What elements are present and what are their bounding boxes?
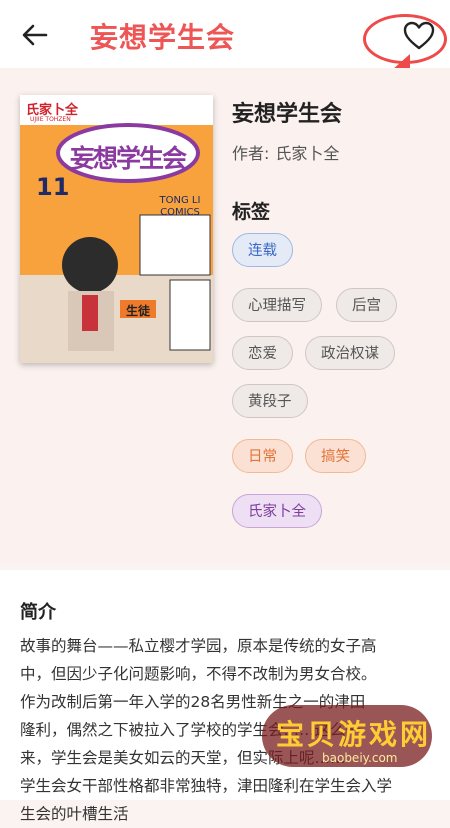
author-label: 作者: (232, 144, 270, 163)
book-cover-image: 氏家卜全 UJIIE TOHZEN 妄想学生会 11 TONG LI COMIC… (20, 95, 213, 363)
cover-armband-text: 生徒 (126, 304, 151, 318)
tag-genre[interactable]: 政治权谋 (305, 336, 395, 370)
tag-author[interactable]: 氏家卜全 (232, 494, 322, 528)
intro-line: 故事的舞台——私立樱才学园，原本是传统的女子高 (20, 637, 377, 655)
author-line: 作者: 氏家卜全 (232, 140, 339, 164)
tags-heading: 标签 (232, 201, 271, 223)
watermark-url: baobeiy.com (322, 751, 398, 765)
book-title: 妄想学生会 (232, 102, 343, 127)
arrow-left-icon (22, 24, 48, 46)
cover-imprint-text: TONG LI COMICS (159, 195, 201, 218)
cover-art (20, 95, 213, 363)
cover-volume-number: 11 (36, 173, 70, 201)
intro-line: 生会的叶槽生活 (20, 805, 129, 823)
tag-genre[interactable]: 黄段子 (232, 384, 308, 418)
page-title: 妄想学生会 (90, 21, 236, 54)
cover-romaji-text: UJIIE TOHZEN (30, 116, 71, 123)
cover-title-text: 妄想学生会 (70, 144, 187, 173)
tag-genre[interactable]: 后宫 (336, 288, 397, 322)
watermark-text: 宝贝游戏网 (276, 718, 432, 751)
tag-genre[interactable]: 恋爱 (232, 336, 293, 370)
tag-status[interactable]: 连载 (232, 233, 293, 267)
watermark-logo: 宝贝游戏网 baobeiy.com (262, 705, 434, 781)
intro-heading: 简介 (20, 602, 56, 623)
back-button[interactable] (20, 21, 50, 49)
tag-theme[interactable]: 日常 (232, 439, 293, 473)
intro-line: 中，但因少子化问题影响，不得不改制为男女合校。 (20, 665, 377, 683)
author-name[interactable]: 氏家卜全 (275, 144, 339, 163)
tag-theme[interactable]: 搞笑 (305, 439, 366, 473)
tag-genre[interactable]: 心理描写 (232, 288, 322, 322)
